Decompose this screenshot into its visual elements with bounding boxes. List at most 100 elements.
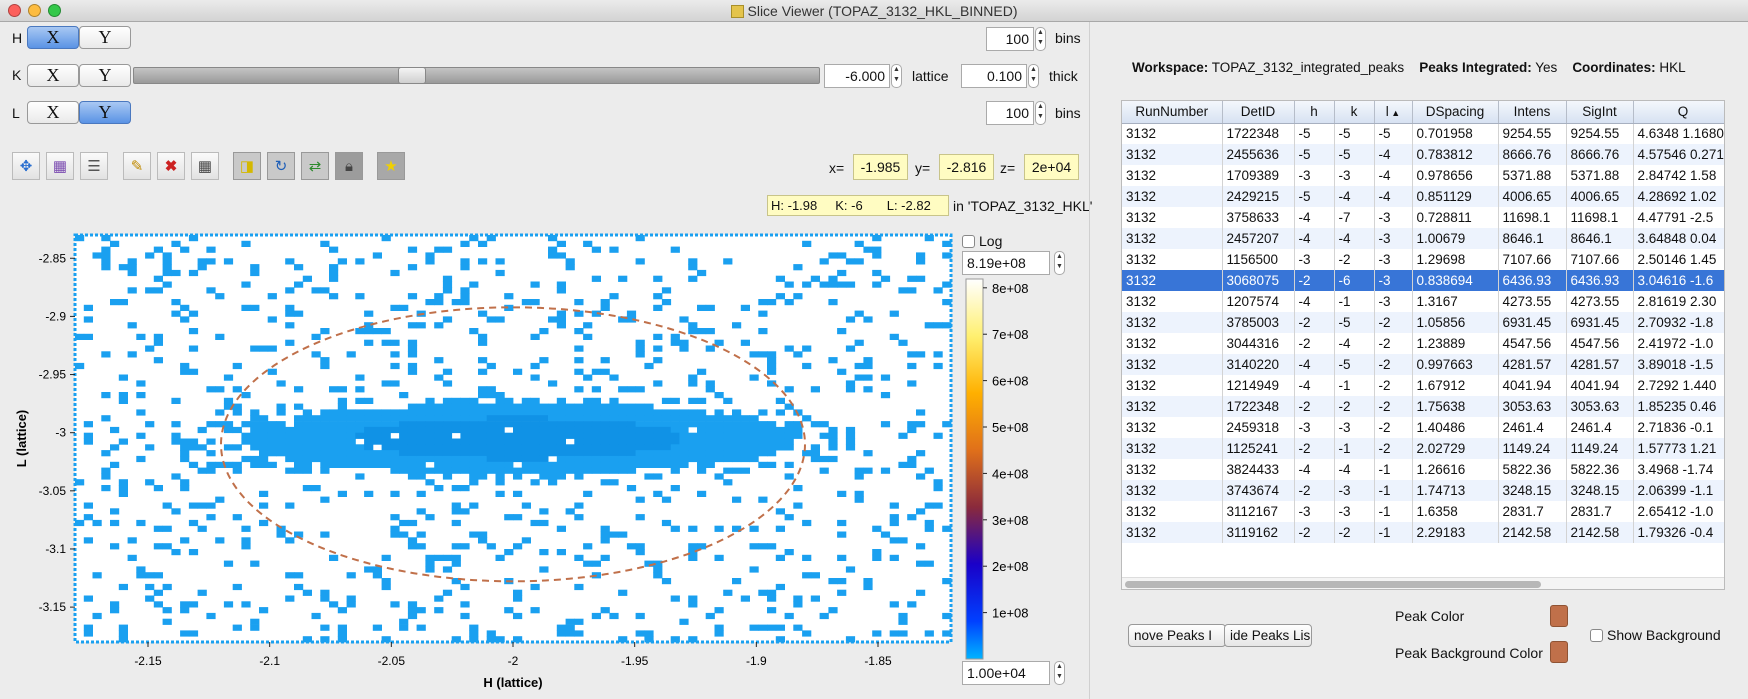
sync-icon[interactable]: ⇄ xyxy=(301,152,329,180)
table-row[interactable]: 3132 1722348 -2 -2 -2 1.75638 3053.63 3053.63 1.… xyxy=(1122,396,1724,417)
x-tick-label: -2.15 xyxy=(134,654,162,668)
peaks-table[interactable]: RunNumber DetID h k l ▲ DSpacing Intens SigInt Q… xyxy=(1121,100,1725,590)
pan-zoom-icon[interactable]: ✥ xyxy=(12,152,40,180)
data-cell xyxy=(548,438,558,445)
data-cell xyxy=(171,397,181,404)
data-cell xyxy=(294,583,304,591)
table-row[interactable]: 3132 3068075 -2 -6 -3 0.838694 6436.93 6436.93 3… xyxy=(1122,270,1724,291)
remove-peaks-button[interactable]: nove Peaks I xyxy=(1128,624,1226,647)
pencil-icon[interactable]: ✎ xyxy=(123,152,151,180)
peak-color-swatch[interactable] xyxy=(1550,605,1568,627)
peak-info-icon[interactable]: ◨ xyxy=(233,152,261,180)
table-row[interactable]: 3132 1125241 -2 -1 -2 2.02729 1149.24 1149.24 1.… xyxy=(1122,438,1724,459)
scrollbar-thumb[interactable] xyxy=(1125,581,1541,588)
data-cell xyxy=(889,601,899,608)
dim-l-x-button[interactable]: X xyxy=(27,101,79,124)
table-row[interactable]: 3132 1722348 -5 -5 -5 0.701958 9254.55 9254.55 4… xyxy=(1122,123,1724,144)
table-row[interactable]: 3132 1709389 -3 -3 -4 0.978656 5371.88 5371.88 2… xyxy=(1122,165,1724,186)
dim-k-value-input[interactable]: -6.000 xyxy=(824,64,890,88)
peak-background-color-swatch[interactable] xyxy=(1550,641,1568,663)
dim-h-y-button[interactable]: Y xyxy=(79,26,131,49)
data-cell xyxy=(442,275,453,282)
hide-peaks-list-button[interactable]: ide Peaks Lis xyxy=(1224,624,1312,647)
splitter[interactable] xyxy=(1089,22,1090,699)
dim-k-slider[interactable] xyxy=(133,67,820,84)
column-header-intens[interactable]: Intens xyxy=(1498,101,1567,124)
data-cell xyxy=(618,386,628,393)
table-row[interactable]: 3132 3785003 -2 -5 -2 1.05856 6931.45 6931.45 2.… xyxy=(1122,312,1724,333)
colorbar-max-stepper[interactable]: ▲ ▼ xyxy=(1054,251,1065,275)
table-row[interactable]: 3132 3112167 -3 -3 -1 1.6358 2831.7 2831.7 2.654… xyxy=(1122,501,1724,522)
table-horizontal-scrollbar[interactable] xyxy=(1122,577,1724,589)
table-row[interactable]: 3132 3140220 -4 -5 -2 0.997663 4281.57 4281.57 3… xyxy=(1122,354,1724,375)
column-header-q[interactable]: Q xyxy=(1633,101,1724,124)
colorbar-min-input[interactable]: 1.00e+04 xyxy=(962,661,1050,685)
table-row[interactable]: 3132 2455636 -5 -5 -4 0.783812 8666.76 8666.76 4… xyxy=(1122,144,1724,165)
data-cell xyxy=(206,246,216,253)
table-row[interactable]: 3132 2457207 -4 -4 -3 1.00679 8646.1 8646.1 3.64… xyxy=(1122,228,1724,249)
data-cell xyxy=(810,421,820,428)
log-checkbox[interactable] xyxy=(962,235,975,248)
data-cell xyxy=(784,386,794,393)
data-cell xyxy=(407,612,418,620)
refresh-icon[interactable]: ↻ xyxy=(267,152,295,180)
star-icon[interactable]: ★ xyxy=(377,152,405,180)
table-cell: 1.40486 xyxy=(1412,417,1499,438)
dim-k-thick-input[interactable]: 0.100 xyxy=(961,64,1027,88)
table-cell: -3 xyxy=(1374,207,1413,228)
rebin-icon[interactable]: ▦ xyxy=(46,152,74,180)
data-cell xyxy=(223,601,234,608)
dim-h-stepper[interactable]: ▲ ▼ xyxy=(1035,27,1046,51)
dim-l-bins-input[interactable]: 100 xyxy=(986,101,1034,125)
dim-k-x-button[interactable]: X xyxy=(27,64,79,87)
data-cell xyxy=(425,421,435,428)
column-header-h[interactable]: h xyxy=(1294,101,1335,124)
slice-plot[interactable]: -2.15 -2.1 -2.05 -2 -1.95 -1.9 -1.85-2.85-2.9-… xyxy=(0,222,1090,699)
column-header-k[interactable]: k xyxy=(1334,101,1375,124)
dim-l-stepper[interactable]: ▲ ▼ xyxy=(1035,101,1046,125)
dim-k-slider-thumb[interactable] xyxy=(398,67,426,84)
data-cell xyxy=(390,467,400,474)
data-cell xyxy=(390,269,400,277)
table-row[interactable]: 3132 3743674 -2 -3 -1 1.74713 3248.15 3248.15 2.… xyxy=(1122,480,1724,501)
table-row[interactable]: 3132 3824433 -4 -4 -1 1.26616 5822.36 5822.36 3.… xyxy=(1122,459,1724,480)
data-cell xyxy=(145,444,155,451)
dim-k-y-button[interactable]: Y xyxy=(79,64,131,87)
column-header-sigint[interactable]: SigInt xyxy=(1566,101,1634,124)
data-cell xyxy=(145,421,155,428)
data-cell xyxy=(898,461,908,468)
column-header-detid[interactable]: DetID xyxy=(1222,101,1295,124)
dim-k-stepper[interactable]: ▲ ▼ xyxy=(891,64,902,88)
table-row[interactable]: 3132 3758633 -4 -7 -3 0.728811 11698.1 11698.1 4… xyxy=(1122,207,1724,228)
table-row[interactable]: 3132 1207574 -4 -1 -3 1.3167 4273.55 4273.55 2.8… xyxy=(1122,291,1724,312)
colorbar-max-input[interactable]: 8.19e+08 xyxy=(962,251,1050,275)
data-cell xyxy=(635,444,645,451)
data-cell xyxy=(670,426,680,434)
data-cell xyxy=(609,426,619,434)
line-overview-icon[interactable]: ☰ xyxy=(80,152,108,180)
table-row[interactable]: 3132 3044316 -2 -4 -2 1.23889 4547.56 4547.56 2.… xyxy=(1122,333,1724,354)
lock-icon[interactable]: 🔒︎ xyxy=(335,152,363,180)
table-row[interactable]: 3132 1156500 -3 -2 -3 1.29698 7107.66 7107.66 2.… xyxy=(1122,249,1724,270)
data-cell xyxy=(267,444,277,451)
dim-h-bins-input[interactable]: 100 xyxy=(986,27,1034,51)
grid-icon[interactable]: ▦ xyxy=(191,152,219,180)
data-cell xyxy=(539,438,549,445)
dim-h-x-button[interactable]: X xyxy=(27,26,79,49)
colorbar-min-stepper[interactable]: ▲ ▼ xyxy=(1054,661,1065,685)
column-header-l[interactable]: l ▲ xyxy=(1374,101,1413,124)
column-header-runnumber[interactable]: RunNumber xyxy=(1122,101,1223,124)
table-row[interactable]: 3132 1214949 -4 -1 -2 1.67912 4041.94 4041.94 2.… xyxy=(1122,375,1724,396)
table-row[interactable]: 3132 2429215 -5 -4 -4 0.851129 4006.65 4006.65 4… xyxy=(1122,186,1724,207)
column-header-dspacing[interactable]: DSpacing xyxy=(1412,101,1499,124)
data-cell xyxy=(513,415,523,422)
data-cell xyxy=(460,601,470,608)
delete-icon[interactable]: ✖ xyxy=(157,152,185,180)
dim-k-thick-stepper[interactable]: ▲ ▼ xyxy=(1028,64,1039,88)
table-row[interactable]: 3132 2459318 -3 -3 -2 1.40486 2461.4 2461.4 2.71… xyxy=(1122,417,1724,438)
data-cell xyxy=(670,485,680,492)
table-row[interactable]: 3132 3119162 -2 -2 -1 2.29183 2142.58 2142.58 1.… xyxy=(1122,522,1724,543)
dim-l-y-button[interactable]: Y xyxy=(79,101,131,124)
data-cell xyxy=(688,397,698,404)
show-background-checkbox[interactable] xyxy=(1590,629,1603,642)
